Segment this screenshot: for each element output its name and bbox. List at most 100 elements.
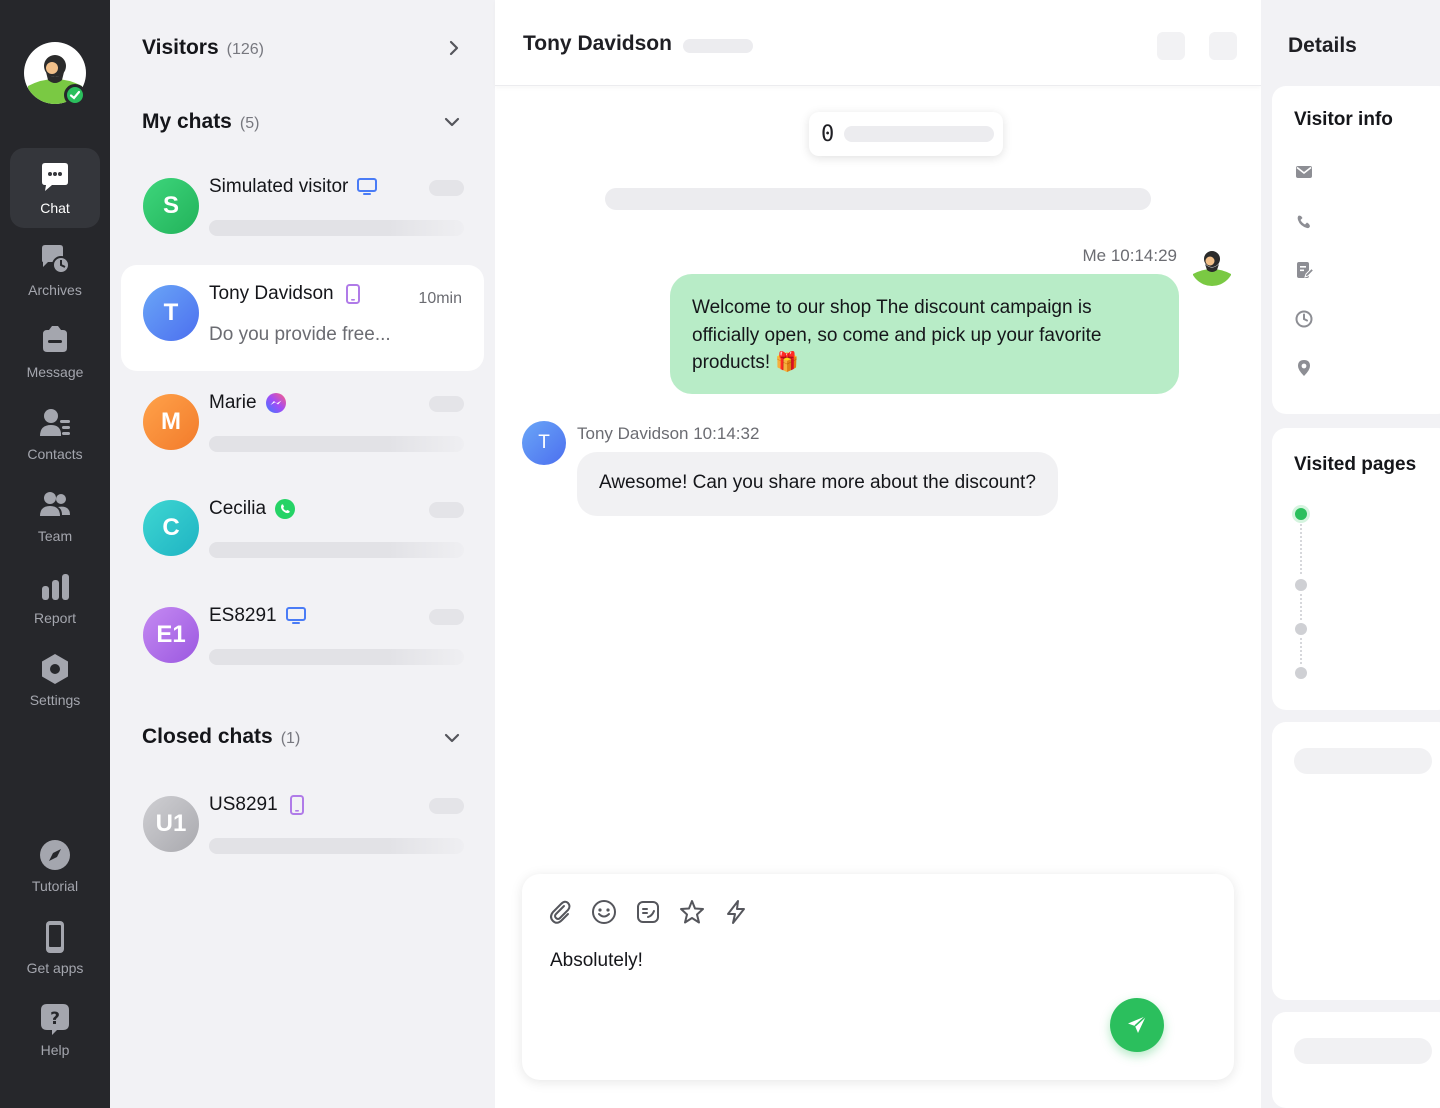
help-icon: ? — [41, 1004, 69, 1035]
chat-item-simulated-visitor[interactable]: S Simulated visitor — [121, 158, 484, 264]
attachment-icon[interactable] — [546, 898, 574, 926]
nav-item-settings[interactable]: Settings — [10, 640, 100, 720]
avatar: T — [143, 285, 199, 341]
status-placeholder — [683, 39, 753, 53]
time-placeholder — [429, 180, 464, 196]
chat-item-cecilia[interactable]: C Cecilia — [121, 480, 484, 586]
sticker-icon[interactable] — [634, 898, 662, 926]
chat-bubble-icon — [42, 163, 68, 191]
chat-item-es8291[interactable]: E1 ES8291 — [121, 587, 484, 693]
nav-item-report[interactable]: Report — [10, 558, 100, 638]
online-status-icon — [64, 84, 86, 106]
nav-item-label: Chat — [40, 200, 70, 216]
counter-value: 0 — [821, 121, 835, 147]
my-message-meta: Me 10:14:29 — [1082, 246, 1177, 265]
header-action-button[interactable] — [1209, 32, 1237, 60]
section-count: (1) — [280, 730, 301, 747]
details-card-placeholder — [1272, 1012, 1440, 1108]
my-chats-section-header[interactable]: My chats (5) — [142, 110, 259, 134]
visitors-section-header[interactable]: Visitors (126) — [142, 36, 264, 60]
emoji-icon[interactable] — [590, 898, 618, 926]
clock-icon — [1295, 310, 1313, 328]
chat-item-preview: Do you provide free... — [209, 324, 391, 345]
timeline-line — [1300, 594, 1302, 620]
svg-text:?: ? — [50, 1009, 60, 1029]
chat-item-name: Simulated visitor — [209, 176, 349, 197]
chat-item-name-row: US8291 — [209, 794, 308, 816]
header-action-button[interactable] — [1157, 32, 1185, 60]
contacts-icon — [40, 409, 70, 436]
chat-item-marie[interactable]: M Marie — [121, 374, 484, 480]
nav-item-contacts[interactable]: Contacts — [10, 394, 100, 474]
send-button[interactable] — [1110, 998, 1164, 1052]
avatar: E1 — [143, 607, 199, 663]
chat-item-name-row: ES8291 — [209, 605, 307, 627]
app-window: Chat Archives Message Contacts Team Repo… — [0, 0, 1440, 1108]
chat-item-name: Marie — [209, 392, 257, 413]
visitor-avatar: T — [522, 421, 566, 465]
section-title: Visitors — [142, 36, 219, 59]
nav-item-label: Contacts — [27, 446, 83, 462]
time-placeholder — [429, 502, 464, 518]
visitor-message-meta: Tony Davidson 10:14:32 — [577, 424, 760, 443]
preview-placeholder — [209, 838, 464, 854]
email-icon — [1296, 166, 1312, 178]
nav-item-message[interactable]: Message — [10, 312, 100, 392]
whatsapp-icon — [275, 499, 296, 519]
chevron-right-icon[interactable] — [444, 38, 464, 58]
nav-item-label: Report — [33, 610, 77, 626]
chat-item-us8291[interactable]: U1 US8291 — [121, 776, 484, 882]
archive-icon — [42, 245, 70, 274]
card-title: Visited pages — [1294, 454, 1417, 475]
nav-item-help[interactable]: ? Help — [10, 990, 100, 1070]
phone-call-icon — [1297, 215, 1310, 229]
conversation-panel: Tony Davidson 0 Me 10:14:29 Welcome to o… — [495, 0, 1261, 1108]
conversation-header: Tony Davidson — [495, 0, 1261, 86]
avatar: S — [143, 178, 199, 234]
chat-item-name: Cecilia — [209, 498, 267, 519]
timeline-dot — [1295, 667, 1307, 679]
section-title: My chats — [142, 110, 232, 133]
lightning-icon[interactable] — [722, 898, 750, 926]
timeline-line — [1300, 638, 1302, 664]
time-placeholder — [429, 798, 464, 814]
content-placeholder — [1294, 748, 1432, 774]
desktop-icon — [285, 607, 306, 624]
nav-item-tutorial[interactable]: Tutorial — [10, 826, 100, 906]
chevron-down-icon[interactable] — [442, 112, 462, 132]
nav-item-get-apps[interactable]: Get apps — [10, 908, 100, 988]
report-icon — [42, 574, 69, 600]
avatar-illustration — [1193, 251, 1231, 286]
chat-item-tony-davidson[interactable]: T Tony Davidson 10min Do you provide fre… — [121, 265, 484, 371]
chat-item-name: Tony Davidson — [209, 283, 334, 304]
visitor-info-card: Visitor info — [1272, 86, 1440, 414]
avatar: U1 — [143, 796, 199, 852]
star-icon[interactable] — [678, 898, 706, 926]
section-count: (5) — [239, 115, 260, 132]
nav-item-team[interactable]: Team — [10, 476, 100, 556]
details-card-placeholder — [1272, 722, 1440, 1000]
settings-icon — [42, 654, 68, 684]
timeline-dot — [1295, 623, 1307, 635]
closed-chats-section-header[interactable]: Closed chats (1) — [142, 725, 300, 749]
desktop-icon — [357, 178, 378, 195]
message-composer: Absolutely! — [522, 874, 1234, 1080]
chevron-down-icon[interactable] — [442, 728, 462, 748]
mobile-icon — [345, 284, 360, 304]
nav-item-label: Help — [40, 1042, 70, 1058]
visitor-message-bubble: Awesome! Can you share more about the di… — [577, 452, 1058, 516]
conversation-title: Tony Davidson — [523, 32, 672, 55]
message-icon — [43, 326, 67, 352]
nav-item-archives[interactable]: Archives — [10, 230, 100, 310]
nav-item-label: Archives — [28, 282, 82, 298]
team-icon — [40, 492, 70, 516]
content-placeholder — [1294, 1038, 1432, 1064]
chat-item-name-row: Tony Davidson — [209, 283, 364, 305]
preview-placeholder — [209, 542, 464, 558]
nav-item-chat[interactable]: Chat — [10, 148, 100, 228]
message-input[interactable]: Absolutely! — [550, 950, 643, 972]
counter-placeholder — [844, 126, 995, 142]
chat-item-name: ES8291 — [209, 605, 277, 626]
details-panel: Details Visitor info Visited pages — [1261, 0, 1440, 1108]
system-message-placeholder — [605, 188, 1151, 210]
